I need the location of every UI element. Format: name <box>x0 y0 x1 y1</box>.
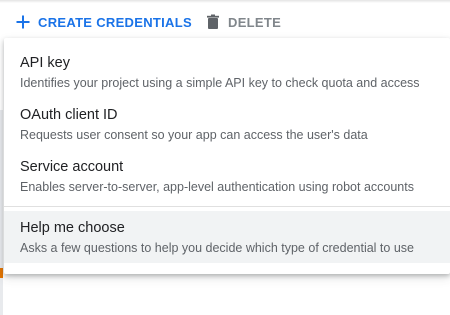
plus-icon <box>14 13 32 31</box>
backdrop-accent-mark <box>0 268 3 278</box>
delete-button[interactable]: DELETE <box>204 11 281 33</box>
menu-item-oauth-client-id[interactable]: OAuth client ID Requests user consent so… <box>4 98 450 150</box>
menu-item-title: Service account <box>20 159 124 175</box>
menu-item-description: Identifies your project using a simple A… <box>20 76 420 90</box>
backdrop-edge <box>0 110 3 315</box>
trash-icon <box>204 13 222 31</box>
create-credentials-button[interactable]: CREATE CREDENTIALS <box>14 11 192 33</box>
menu-item-help-me-choose[interactable]: Help me choose Asks a few questions to h… <box>4 211 450 263</box>
menu-item-service-account[interactable]: Service account Enables server-to-server… <box>4 150 450 202</box>
menu-item-title: API key <box>20 55 70 71</box>
delete-label: DELETE <box>228 14 282 30</box>
create-credentials-label: CREATE CREDENTIALS <box>38 14 192 30</box>
toolbar: CREATE CREDENTIALS DELETE <box>0 0 450 40</box>
toolbar-shadow <box>0 0 450 3</box>
create-credentials-menu: API key Identifies your project using a … <box>4 38 450 274</box>
menu-item-title: Help me choose <box>20 220 125 236</box>
menu-item-description: Requests user consent so your app can ac… <box>20 128 368 142</box>
menu-item-title: OAuth client ID <box>20 107 118 123</box>
menu-item-description: Asks a few questions to help you decide … <box>20 241 414 255</box>
menu-item-description: Enables server-to-server, app-level auth… <box>20 180 414 194</box>
menu-divider <box>4 206 450 207</box>
menu-item-api-key[interactable]: API key Identifies your project using a … <box>4 46 450 98</box>
